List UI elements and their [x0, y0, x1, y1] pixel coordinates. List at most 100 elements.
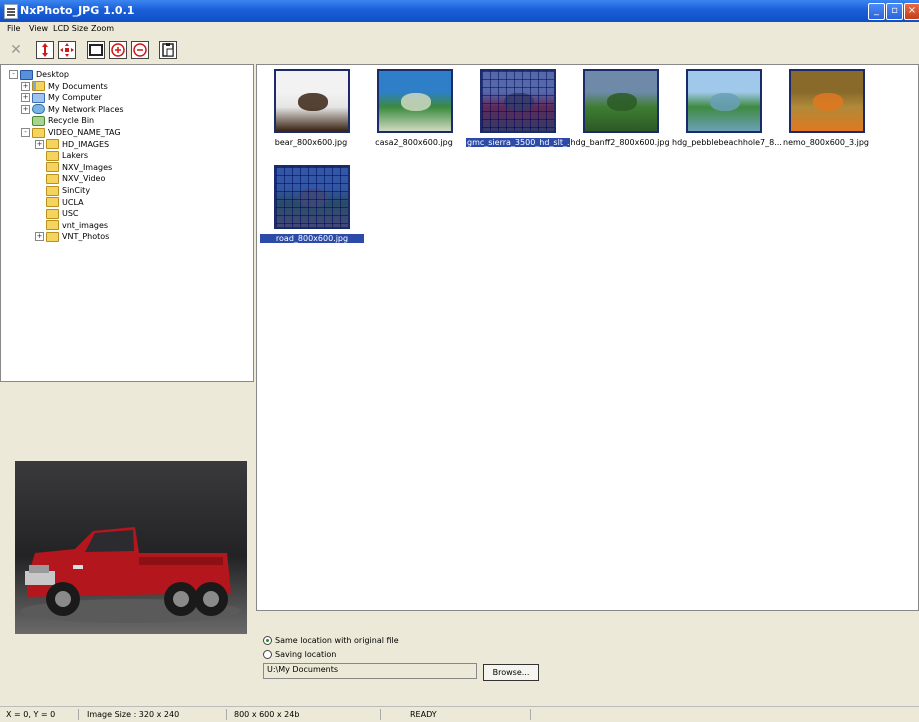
status-separator	[530, 709, 531, 720]
status-state: READY	[410, 710, 437, 719]
zoom-out-icon[interactable]	[131, 41, 149, 59]
status-separator	[380, 709, 381, 720]
paste-icon[interactable]	[159, 41, 177, 59]
tree-node[interactable]: + HD_IMAGES	[35, 139, 109, 151]
thumbnail-label[interactable]: hdg_banff2_800x600.jpg	[569, 138, 671, 147]
thumbnail-image[interactable]	[480, 69, 556, 133]
status-dimensions: 800 x 600 x 24b	[234, 710, 300, 719]
tree-node-label: My Network Places	[48, 104, 124, 114]
thumbnail-label[interactable]: bear_800x600.jpg	[260, 138, 362, 147]
title-bar: NxPhoto_JPG 1.0.1 _ ▫ ×	[0, 0, 919, 22]
preview-image	[15, 461, 247, 634]
tree-node[interactable]: - VIDEO_NAME_TAG	[21, 127, 121, 139]
tree-node[interactable]: + My Documents	[21, 81, 108, 93]
thumbnail-subject	[401, 93, 431, 111]
tree-node[interactable]: SinCity	[35, 185, 90, 197]
tree-node-label: VIDEO_NAME_TAG	[48, 128, 121, 137]
thumbnail-subject	[298, 189, 328, 207]
folder-icon	[46, 162, 59, 173]
tree-expander-icon[interactable]: +	[21, 104, 30, 114]
tree-node[interactable]: + My Computer	[21, 92, 102, 104]
folder-icon	[46, 173, 59, 184]
tree-node[interactable]: Lakers	[35, 150, 88, 162]
tree-node-label: My Documents	[48, 81, 108, 91]
tree-node-label: UCLA	[62, 197, 84, 207]
thumbnail-label[interactable]: gmc_sierra_3500_hd_slt_...	[466, 138, 575, 147]
thumbnail-image[interactable]	[274, 165, 350, 229]
tree-expander-icon[interactable]: -	[9, 70, 18, 79]
zoom-in-icon[interactable]	[109, 41, 127, 59]
tree-node-label: NXV_Video	[62, 174, 106, 184]
thumbnail-subject	[504, 93, 534, 111]
window-title: NxPhoto_JPG 1.0.1	[20, 4, 135, 17]
tree-node[interactable]: NXV_Video	[35, 173, 105, 185]
minimize-button[interactable]: _	[868, 3, 885, 20]
same-location-radio[interactable]	[263, 636, 272, 645]
status-coords: X = 0, Y = 0	[6, 710, 56, 719]
desktop-icon	[20, 69, 33, 80]
tree-node[interactable]: - Desktop	[9, 69, 69, 81]
tree-node-label: Desktop	[36, 70, 69, 79]
save-options-panel: Same location with original file Saving …	[256, 611, 919, 706]
tree-node-label: USC	[62, 209, 79, 219]
tree-node[interactable]: USC	[35, 208, 79, 220]
thumbnail-subject	[298, 93, 328, 111]
thumbnail-image[interactable]	[583, 69, 659, 133]
menu-view[interactable]: View	[29, 24, 48, 33]
folder-icon	[46, 208, 59, 219]
tree-expander-icon[interactable]: -	[21, 128, 30, 137]
folder-icon	[46, 220, 59, 231]
fit-all-icon[interactable]	[58, 41, 76, 59]
tree-node[interactable]: NXV_Images	[35, 162, 112, 174]
thumbnail-label[interactable]: road_800x600.jpg	[260, 234, 364, 243]
tree-expander-icon[interactable]: +	[35, 139, 44, 149]
toolbar: ✕	[0, 36, 919, 64]
tree-node[interactable]: vnt_images	[35, 220, 108, 232]
saving-location-radio[interactable]	[263, 650, 272, 659]
status-bar: X = 0, Y = 0 Image Size : 320 x 240 800 …	[0, 706, 919, 722]
window-icon[interactable]	[87, 41, 105, 59]
tree-node-label: Recycle Bin	[48, 116, 95, 126]
thumbnail-label[interactable]: casa2_800x600.jpg	[363, 138, 465, 147]
folder-tree[interactable]: - Desktop + My Documents + My Computer + My Net…	[0, 64, 254, 382]
tree-node[interactable]: + VNT_Photos	[35, 231, 109, 243]
close-button[interactable]: ×	[904, 3, 919, 20]
save-path-field[interactable]: U:\My Documents	[263, 663, 477, 679]
tree-node[interactable]: + My Network Places	[21, 104, 124, 116]
thumbnail-subject	[607, 93, 637, 111]
network-icon	[32, 104, 45, 115]
tree-node[interactable]: UCLA	[35, 197, 84, 209]
thumbnail-image[interactable]	[274, 69, 350, 133]
thumbnail-view[interactable]: bear_800x600.jpg casa2_800x600.jpg gmc_sie…	[256, 64, 919, 611]
tree-expander-icon[interactable]: +	[35, 232, 44, 242]
tree-expander-icon[interactable]: +	[21, 81, 30, 91]
menu-lcd-size[interactable]: LCD Size	[53, 24, 88, 33]
folder-icon	[46, 150, 59, 161]
tree-node-label: My Computer	[48, 93, 102, 103]
saving-location-label: Saving location	[275, 650, 337, 659]
folder-icon	[46, 139, 59, 150]
browse-button[interactable]: Browse...	[483, 664, 539, 681]
same-location-label: Same location with original file	[275, 636, 399, 645]
thumbnail-label[interactable]: hdg_pebblebeachhole7_8...	[672, 138, 782, 147]
menu-file[interactable]: File	[7, 24, 20, 33]
fit-height-icon[interactable]	[36, 41, 54, 59]
thumbnail-subject	[710, 93, 740, 111]
tree-node-label: vnt_images	[62, 220, 109, 230]
tree-node-label: VNT_Photos	[62, 232, 110, 242]
thumbnail-image[interactable]	[377, 69, 453, 133]
menu-bar: File View LCD Size Zoom	[0, 22, 919, 36]
folder-icon	[32, 127, 45, 138]
computer-icon	[32, 92, 45, 103]
tree-node[interactable]: Recycle Bin	[21, 115, 94, 127]
thumbnail-image[interactable]	[789, 69, 865, 133]
close-icon[interactable]: ✕	[7, 41, 25, 59]
thumbnail-image[interactable]	[686, 69, 762, 133]
tree-expander-icon[interactable]: +	[21, 93, 30, 103]
maximize-button[interactable]: ▫	[886, 3, 903, 20]
thumbnail-label[interactable]: nemo_800x600_3.jpg	[775, 138, 877, 147]
menu-zoom[interactable]: Zoom	[91, 24, 114, 33]
tree-node-label: SinCity	[62, 186, 91, 195]
recycle-bin-icon	[32, 115, 45, 126]
status-separator	[78, 709, 79, 720]
